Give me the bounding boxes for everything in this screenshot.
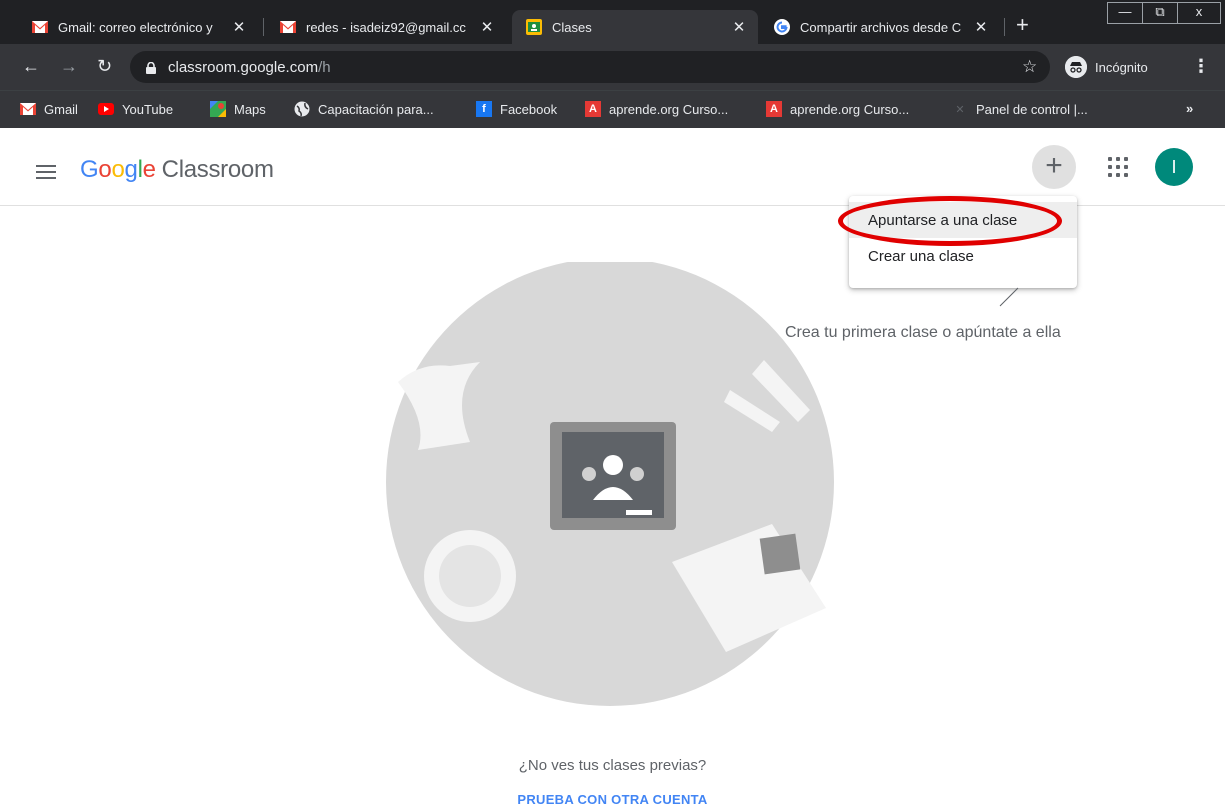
address-path: /h [318, 58, 331, 76]
classroom-header: Google Classroom + I [0, 128, 1225, 206]
previous-classes-text: ¿No ves tus clases previas? [518, 757, 707, 774]
tab-redes[interactable]: redes - isadeiz92@gmail.cc ✕ [266, 10, 506, 44]
browser-menu-icon[interactable]: ⋮ [1192, 56, 1210, 76]
minimize-button[interactable]: — [1107, 2, 1143, 24]
bookmark-aprende-1[interactable]: A aprende.org Curso... [585, 101, 728, 117]
forward-icon[interactable]: → [60, 56, 78, 76]
back-icon[interactable]: ← [22, 56, 40, 76]
google-apps-icon[interactable] [1108, 157, 1128, 177]
empty-state-hint: Crea tu primera clase o apúntate a ella [785, 324, 1061, 341]
account-avatar[interactable]: I [1155, 148, 1193, 186]
tab-gmail[interactable]: Gmail: correo electrónico y ✕ [18, 10, 258, 44]
browser-toolbar: ← → ↻ classroom.google.com/h ☆ Incógnito… [0, 44, 1225, 90]
aprende-icon: A [585, 101, 601, 117]
close-tab-icon[interactable]: ✕ [230, 18, 248, 36]
classroom-board-icon [550, 422, 676, 530]
maximize-button[interactable]: ⧉ [1142, 2, 1178, 24]
join-class-menu-item[interactable]: Apuntarse a una clase [849, 202, 1077, 238]
panel-icon: ✕ [955, 103, 965, 116]
tab-separator [263, 18, 264, 36]
aprende-icon: A [766, 101, 782, 117]
bookmarks-bar: Gmail YouTube Maps Capacitación para... … [0, 90, 1225, 128]
bookmark-youtube[interactable]: YouTube [98, 101, 173, 117]
main-menu-icon[interactable] [36, 165, 56, 179]
close-tab-icon[interactable]: ✕ [478, 18, 496, 36]
hint-pointer-line [999, 287, 1019, 307]
add-class-menu: Apuntarse a una clase Crear una clase [849, 196, 1077, 288]
incognito-icon [1065, 56, 1087, 78]
bookmarks-more-icon[interactable]: » [1186, 101, 1193, 116]
bookmark-maps[interactable]: Maps [210, 101, 266, 117]
create-class-menu-item[interactable]: Crear una clase [849, 238, 1077, 274]
reload-icon[interactable]: ↻ [97, 56, 112, 76]
incognito-label: Incógnito [1095, 59, 1148, 75]
browser-tab-strip: Gmail: correo electrónico y ✕ redes - is… [0, 0, 1225, 44]
gmail-icon [20, 101, 36, 117]
classroom-icon [526, 19, 542, 35]
new-tab-button[interactable]: + [1016, 14, 1029, 36]
try-other-account-link[interactable]: PRUEBA CON OTRA CUENTA [0, 792, 1225, 807]
google-classroom-logo[interactable]: Google Classroom [80, 156, 274, 184]
add-class-button[interactable]: + [1032, 145, 1076, 189]
tab-separator [1004, 18, 1005, 36]
gmail-icon [32, 19, 48, 35]
close-tab-icon[interactable]: ✕ [972, 18, 990, 36]
bookmark-capacitacion[interactable]: Capacitación para... [294, 101, 434, 117]
youtube-icon [98, 101, 114, 117]
bookmark-star-icon[interactable]: ☆ [1022, 57, 1037, 77]
google-icon [774, 19, 790, 35]
close-window-button[interactable]: x [1177, 2, 1221, 24]
incognito-badge[interactable]: Incógnito [1065, 53, 1148, 81]
gmail-icon [280, 19, 296, 35]
bookmark-gmail[interactable]: Gmail [20, 101, 78, 117]
bookmark-panel[interactable]: ✕ Panel de control |... [952, 101, 1087, 117]
close-tab-icon[interactable]: ✕ [730, 18, 748, 36]
tab-clases[interactable]: Clases ✕ [512, 10, 758, 44]
bookmark-facebook[interactable]: f Facebook [476, 101, 557, 117]
maps-icon [210, 101, 226, 117]
coffee-cup-icon [424, 530, 516, 622]
tab-compartir[interactable]: Compartir archivos desde C ✕ [760, 10, 1000, 44]
address-bar[interactable]: classroom.google.com/h [130, 51, 1050, 83]
address-host: classroom.google.com [168, 58, 319, 76]
lock-icon [146, 61, 156, 74]
globe-icon [294, 101, 310, 117]
facebook-icon: f [476, 101, 492, 117]
bookmark-aprende-2[interactable]: A aprende.org Curso... [766, 101, 909, 117]
